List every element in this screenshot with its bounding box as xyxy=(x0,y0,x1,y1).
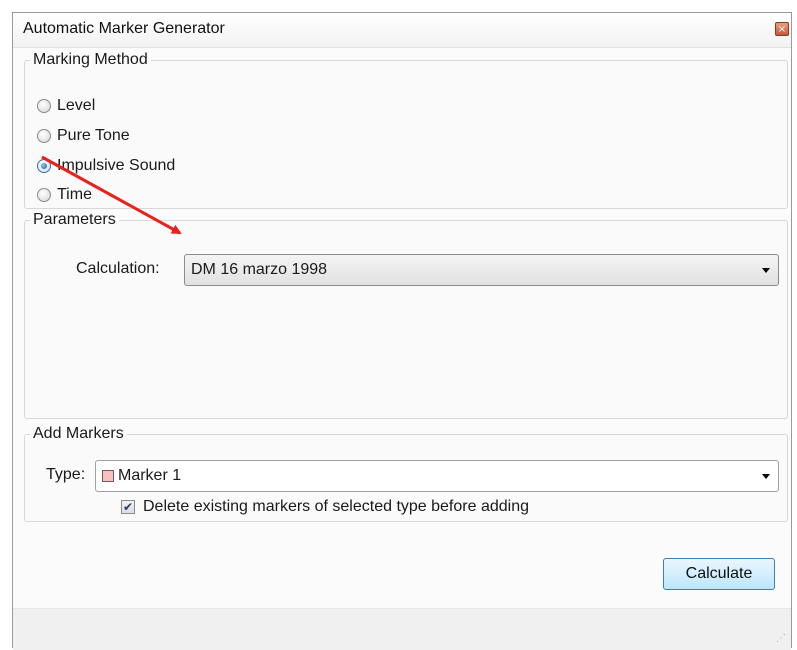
calculate-button[interactable]: Calculate xyxy=(663,558,775,590)
radio-pure-tone[interactable]: Pure Tone xyxy=(37,125,130,147)
radio-button[interactable] xyxy=(37,188,51,202)
delete-existing-label[interactable]: Delete existing markers of selected type… xyxy=(143,498,529,516)
dialog-window: Automatic Marker Generator × Marking Met… xyxy=(12,12,792,650)
chevron-down-icon[interactable] xyxy=(762,268,770,273)
calculation-label: Calculation: xyxy=(76,260,160,277)
radio-level[interactable]: Level xyxy=(37,95,95,117)
radio-label: Level xyxy=(57,97,96,114)
marker-type-value: Marker 1 xyxy=(118,467,182,484)
parameters-legend: Parameters xyxy=(33,211,116,228)
radio-impulsive-sound[interactable]: Impulsive Sound xyxy=(37,155,175,177)
status-bar: ⋰ xyxy=(13,608,791,650)
marker-type-dropdown[interactable]: Marker 1 xyxy=(95,460,779,492)
radio-button[interactable] xyxy=(37,99,51,113)
resize-grip-icon[interactable]: ⋰ xyxy=(776,633,786,644)
delete-existing-checkbox[interactable]: ✔ xyxy=(121,500,135,514)
add-markers-legend: Add Markers xyxy=(33,425,124,442)
close-icon[interactable]: × xyxy=(775,22,789,36)
radio-label: Impulsive Sound xyxy=(57,157,176,174)
add-markers-group: Add Markers Type: Marker 1 ✔ Delete exis… xyxy=(24,426,788,522)
radio-button-selected[interactable] xyxy=(37,159,51,173)
marking-method-legend: Marking Method xyxy=(33,51,148,68)
window-title: Automatic Marker Generator xyxy=(23,20,225,37)
calculation-value: DM 16 marzo 1998 xyxy=(191,261,328,278)
radio-label: Time xyxy=(57,186,92,203)
radio-label: Pure Tone xyxy=(57,127,130,144)
marking-method-group: Marking Method Level Pure Tone Impulsive… xyxy=(24,52,788,209)
title-bar[interactable]: Automatic Marker Generator × xyxy=(13,13,791,48)
marker-color-swatch xyxy=(102,470,114,482)
parameters-group: Parameters Calculation: DM 16 marzo 1998 xyxy=(24,212,788,419)
chevron-down-icon[interactable] xyxy=(762,474,770,479)
type-label: Type: xyxy=(46,466,86,483)
calculation-dropdown[interactable]: DM 16 marzo 1998 xyxy=(184,254,779,286)
radio-button[interactable] xyxy=(37,129,51,143)
radio-time[interactable]: Time xyxy=(37,184,92,206)
